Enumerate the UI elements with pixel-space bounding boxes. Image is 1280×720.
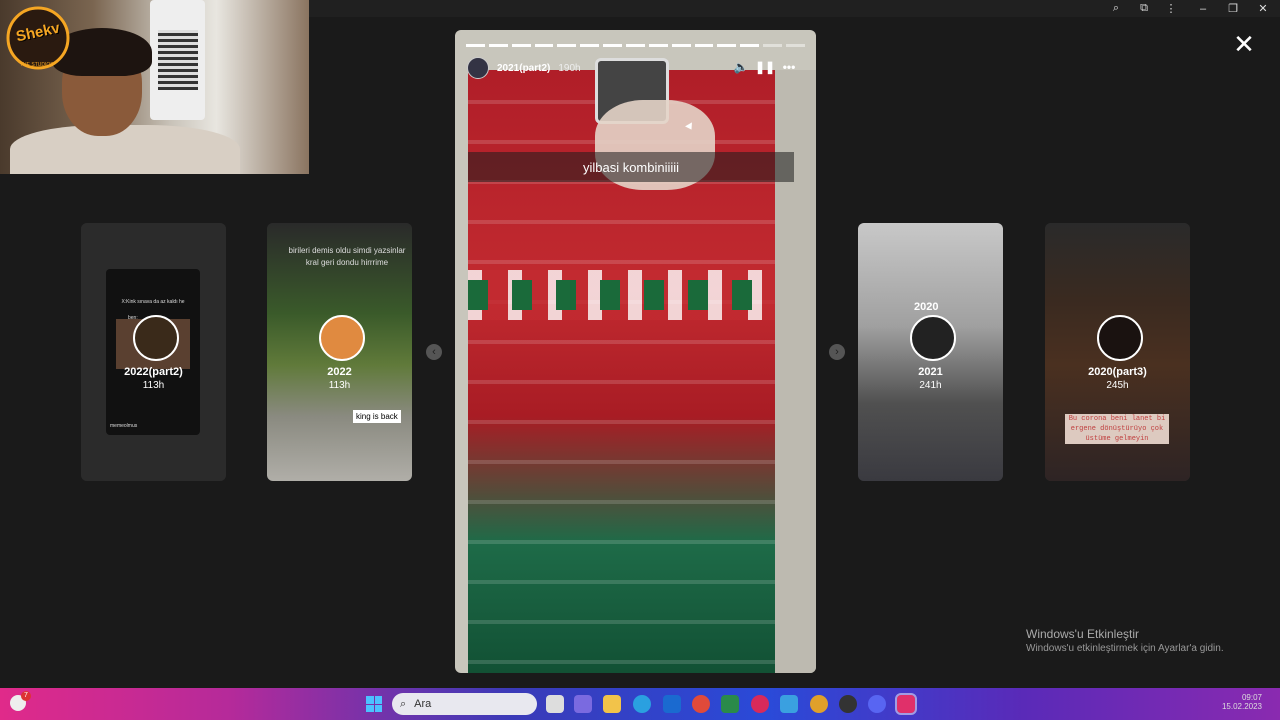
progress-segment: [763, 44, 783, 47]
thumbnail-text: birileri demis oldu simdi yazsinlar kral…: [288, 246, 406, 267]
story-meta: 2022(part2) 113h: [81, 366, 226, 391]
avatar: [1096, 315, 1143, 361]
story-title: 2020(part3): [1088, 366, 1147, 378]
avatar[interactable]: [467, 57, 489, 79]
system-clock[interactable]: 09:07 15.02.2023: [1212, 693, 1262, 711]
calculator-icon[interactable]: [721, 695, 739, 713]
story-card[interactable]: 2020(part3) 245h Bu corona beni lanet bi…: [1045, 223, 1190, 481]
progress-segment: [626, 44, 645, 47]
progress-segment: [717, 44, 737, 47]
progress-segment: [557, 44, 577, 47]
zoom-icon[interactable]: ⌕: [1102, 0, 1130, 17]
progress-segment: [671, 44, 691, 47]
story-meta: 2022 113h: [267, 366, 412, 391]
story-age: 190h: [558, 62, 581, 74]
story-age: 113h: [328, 380, 351, 391]
story-card[interactable]: 2020 2021 241h: [858, 223, 1003, 481]
story-header: 2021(part2) 190h: [467, 56, 802, 80]
chrome-icon[interactable]: [692, 695, 710, 713]
previous-story-button[interactable]: ‹: [426, 344, 442, 360]
progress-segment: [534, 44, 554, 47]
extensions-icon[interactable]: ⧉: [1130, 0, 1158, 17]
progress-segment: [694, 44, 714, 47]
outlook-icon[interactable]: [663, 695, 681, 713]
thumbnail-footer: memeolmus: [110, 423, 138, 429]
search-placeholder: Ara: [414, 698, 432, 710]
close-icon[interactable]: ✕: [1230, 30, 1258, 58]
thumbnail-text: X:Kink sınava da az kaldı he: [121, 299, 185, 305]
edge-icon[interactable]: [633, 695, 651, 713]
story-title: 2022(part2): [124, 366, 183, 378]
progress-segment: [466, 44, 485, 47]
progress-segment: [511, 44, 531, 47]
notification-badge: 7: [21, 691, 31, 701]
story-username[interactable]: 2021(part2): [497, 63, 550, 74]
copilot-icon[interactable]: [574, 695, 592, 713]
taskbar: 7 ⌕ Ara 09:07 15.02.2023: [0, 688, 1280, 720]
webcam-overlay: Shekv THE STUDIOS: [0, 0, 309, 174]
search-input[interactable]: ⌕ Ara: [392, 693, 537, 715]
clock-time: 09:07: [1241, 693, 1262, 702]
restore-icon[interactable]: ❐: [1219, 0, 1247, 17]
progress-segment: [648, 44, 668, 47]
file-explorer-icon[interactable]: [603, 695, 621, 713]
progress-segment: [603, 44, 623, 47]
story-progress: [466, 44, 805, 47]
progress-segment: [580, 44, 600, 47]
progress-segment: [740, 44, 760, 47]
pause-icon[interactable]: ❚❚: [755, 60, 775, 76]
thumbnail-text: 2020: [914, 301, 939, 313]
story-age: 113h: [142, 380, 165, 391]
avatar: [318, 315, 365, 361]
more-options-icon[interactable]: •••: [780, 60, 798, 76]
story-caption: yilbasi kombiniiiii: [468, 152, 794, 182]
logo-subtitle: THE STUDIOS: [20, 62, 54, 68]
minimize-icon[interactable]: –: [1189, 0, 1217, 17]
progress-segment: [786, 44, 805, 47]
next-story-button[interactable]: ›: [829, 344, 845, 360]
avatar: [909, 315, 956, 361]
activation-watermark-title: Windows'u Etkinleştir: [1026, 627, 1139, 641]
clock-date: 15.02.2023: [1221, 702, 1262, 711]
activation-watermark-subtitle: Windows'u etkinleştirmek için Ayarlar'a …: [1026, 643, 1224, 654]
obs-icon[interactable]: [839, 695, 857, 713]
story-caption: Bu corona beni lanet bi ergene dönüştürü…: [1065, 414, 1169, 444]
search-icon: ⌕: [400, 697, 407, 710]
story-title: 2022: [327, 366, 352, 378]
task-view-icon[interactable]: [546, 695, 564, 713]
story-age: 245h: [1106, 380, 1129, 391]
chrome-profile-icon[interactable]: [810, 695, 828, 713]
sticker: king is back: [353, 410, 401, 423]
story-card[interactable]: X:Kink sınava da az kaldı he ben: memeol…: [81, 223, 226, 481]
story-meta: 2021 241h: [858, 366, 1003, 391]
avatar: [132, 315, 179, 361]
story-viewer: 2021(part2) 190h 🔈 ❚❚ ••• yilbasi kombin…: [455, 30, 816, 673]
volume-icon[interactable]: 🔈: [732, 60, 750, 76]
instagram-icon[interactable]: [895, 693, 917, 715]
close-window-icon[interactable]: ✕: [1249, 0, 1277, 17]
story-card[interactable]: birileri demis oldu simdi yazsinlar kral…: [267, 223, 412, 481]
story-age: 241h: [919, 380, 942, 391]
story-meta: 2020(part3) 245h: [1045, 366, 1190, 391]
progress-segment: [488, 44, 508, 47]
app-icon[interactable]: [780, 695, 798, 713]
media-player-icon[interactable]: [751, 695, 769, 713]
story-title: 2021: [918, 366, 943, 378]
discord-icon[interactable]: [868, 695, 886, 713]
start-button[interactable]: [366, 696, 382, 712]
more-icon[interactable]: ⋮: [1157, 0, 1185, 17]
